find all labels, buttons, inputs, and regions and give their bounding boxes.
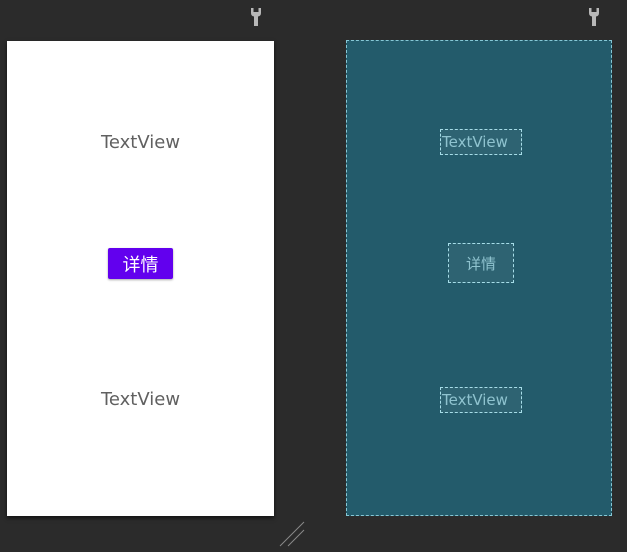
blueprint-textview-top[interactable]: TextView: [440, 129, 522, 155]
blueprint-screen[interactable]: TextView 详情 TextView: [346, 40, 612, 516]
wrench-icon[interactable]: [249, 7, 263, 27]
details-button[interactable]: 详情: [108, 248, 173, 279]
resize-handle-icon[interactable]: [278, 520, 306, 548]
blueprint-textview-bottom[interactable]: TextView: [440, 387, 522, 413]
wrench-icon[interactable]: [587, 7, 601, 27]
design-preview-screen[interactable]: TextView 详情 TextView: [7, 41, 274, 516]
blueprint-details-button[interactable]: 详情: [448, 243, 514, 283]
textview-bottom[interactable]: TextView: [7, 389, 274, 410]
textview-top[interactable]: TextView: [7, 132, 274, 153]
